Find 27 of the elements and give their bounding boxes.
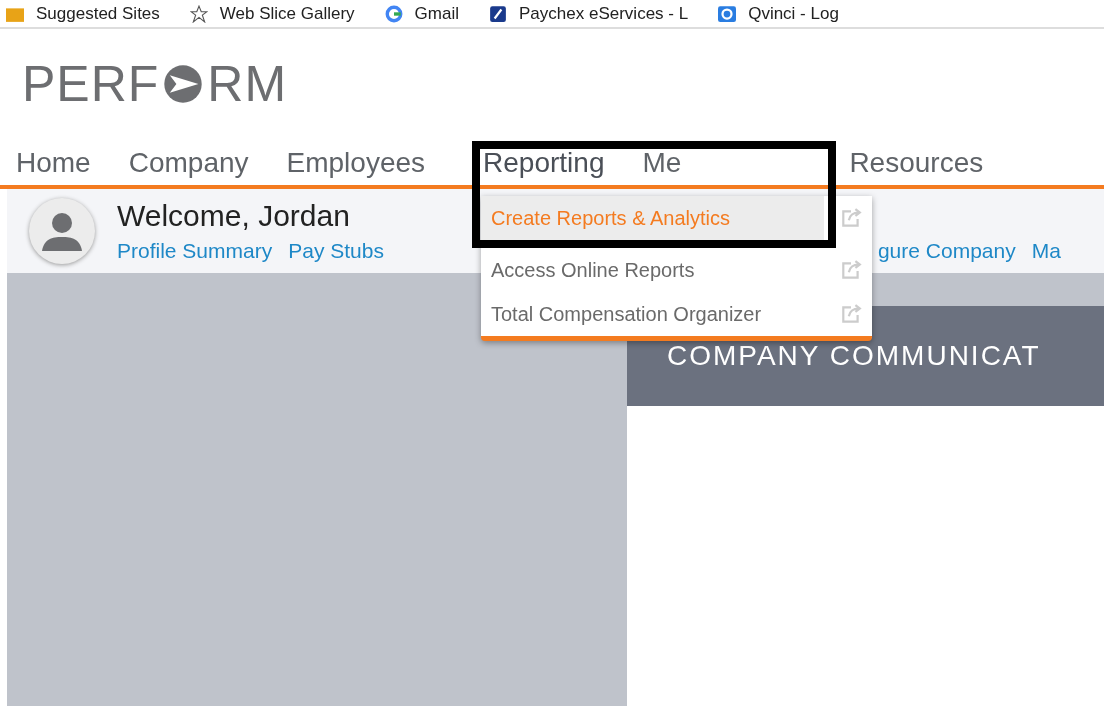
bookmark-link[interactable]: Gmail (414, 3, 459, 24)
bookmark-link[interactable]: Suggested Sites (36, 3, 160, 24)
star-icon (189, 4, 208, 23)
external-link-icon (840, 259, 862, 281)
quick-link[interactable]: Profile Summary (117, 239, 273, 264)
bookmark-link[interactable]: Paychex eServices - L (519, 3, 689, 24)
nav-tab[interactable]: Home (16, 147, 91, 186)
nav-tab[interactable]: Resources (849, 147, 984, 186)
nav-tab[interactable]: Reporting (483, 147, 605, 186)
nav-tab[interactable]: Employees (286, 147, 426, 186)
bookmark-link[interactable]: Web Slice Gallery (219, 3, 355, 24)
external-link-icon (840, 207, 862, 229)
avatar (29, 198, 95, 265)
square-icon (489, 4, 507, 23)
panel-title: COMPANY COMMUNICAT (667, 340, 1041, 372)
bookmark-link[interactable]: Qvinci - Log (748, 3, 839, 24)
external-link-icon (840, 303, 862, 325)
nav-tab[interactable]: Company (128, 147, 249, 186)
logo: PERF RM (22, 59, 288, 110)
welcome-heading: Welcome, Jordan (117, 199, 350, 234)
quick-link[interactable]: Ma (1031, 239, 1061, 264)
quick-link[interactable]: Pay Stubs (288, 239, 384, 264)
nav-tab[interactable]: Me (642, 147, 682, 186)
quick-link[interactable]: gure Company (877, 239, 1016, 264)
g-logo-icon (384, 4, 403, 23)
menu-item[interactable]: Total Compensation Organizer (481, 292, 824, 336)
menu-item[interactable]: Access Online Reports (481, 248, 824, 292)
